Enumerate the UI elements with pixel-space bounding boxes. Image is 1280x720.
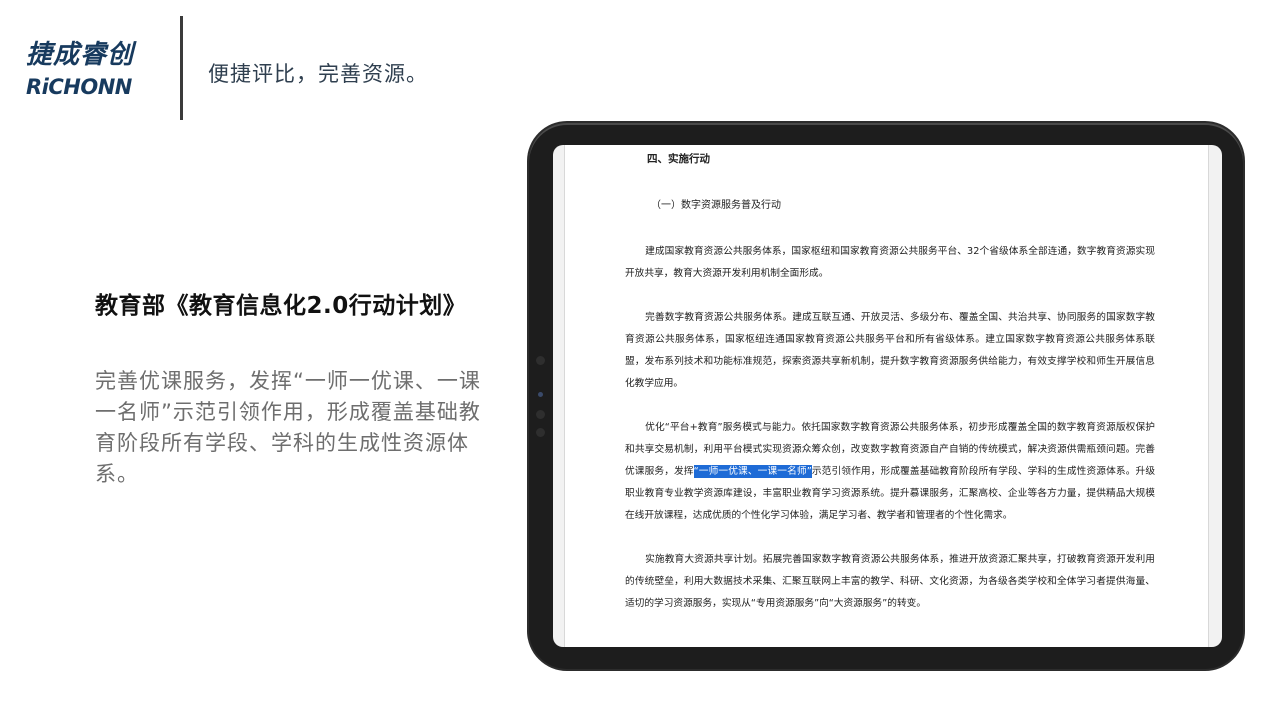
tablet-side-button-icon [536,356,545,365]
paragraph-text: 建成国家教育资源公共服务体系，国家枢纽和国家教育资源公共服务平台、32个省级体系… [625,246,1155,279]
document-paragraph: 实施教育大资源共享计划。拓展完善国家数字教育资源公共服务体系，推进开放资源汇聚共… [625,549,1155,615]
paragraph-text: 实施教育大资源共享计划。拓展完善国家数字教育资源公共服务体系，推进开放资源汇聚共… [625,554,1155,609]
document-heading: 四、实施行动 [647,153,710,165]
tablet-device: 四、实施行动 （一）数字资源服务普及行动 建成国家教育资源公共服务体系，国家枢纽… [529,123,1243,669]
logo-chinese-name: 捷成睿创 [26,40,135,70]
selected-text-highlight[interactable]: “一师一优课、一课一名师” [693,465,812,478]
document-paragraph: 建成国家教育资源公共服务体系，国家枢纽和国家教育资源公共服务平台、32个省级体系… [625,241,1155,285]
slide-description: 完善优课服务，发挥“一师一优课、一课一名师”示范引领作用，形成覆盖基础教育阶段所… [95,369,481,486]
document-paragraph: 完善数字教育资源公共服务体系。建成互联互通、开放灵活、多级分布、覆盖全国、共治共… [625,307,1155,395]
tablet-camera-icon [538,392,543,397]
tablet-volume-down-icon [536,428,545,437]
document-paragraph: 优化“平台+教育”服务模式与能力。依托国家数字教育资源公共服务体系，初步形成覆盖… [625,417,1155,527]
logo-english-name: RiCHONN [26,75,132,99]
document-page[interactable]: 四、实施行动 （一）数字资源服务普及行动 建成国家教育资源公共服务体系，国家枢纽… [564,145,1209,647]
paragraph-text: 完善数字教育资源公共服务体系。建成互联互通、开放灵活、多级分布、覆盖全国、共治共… [625,312,1155,389]
document-subheading: （一）数字资源服务普及行动 [651,200,781,211]
tablet-screen: 四、实施行动 （一）数字资源服务普及行动 建成国家教育资源公共服务体系，国家枢纽… [553,145,1222,647]
slide-title: 教育部《教育信息化2.0行动计划》 [95,293,467,319]
company-logo: 捷成睿创 RiCHONN [26,40,171,100]
tablet-volume-up-icon [536,410,545,419]
header-divider [180,16,183,120]
document-content: 四、实施行动 （一）数字资源服务普及行动 建成国家教育资源公共服务体系，国家枢纽… [625,151,1155,637]
header-slogan: 便捷评比，完善资源。 [208,62,428,86]
